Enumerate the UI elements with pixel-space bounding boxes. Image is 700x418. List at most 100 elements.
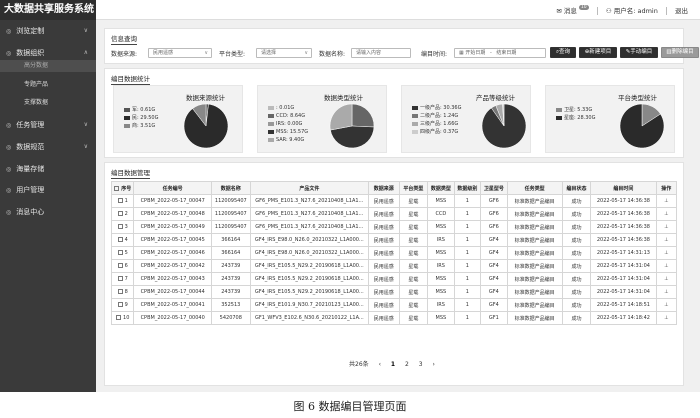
table-row[interactable]: 1 CPBM_2022-05-17_00047 1120095407 GF6_PMS_… bbox=[110, 194, 678, 208]
pagination-next-button[interactable]: › bbox=[433, 361, 435, 368]
row-checkbox[interactable] bbox=[117, 276, 123, 281]
date-range-picker[interactable]: ▦ 开始日期 - 结束日期 bbox=[454, 48, 546, 58]
table-row[interactable]: 6 CPBM_2022-05-17_00042 243739 GF4_IRS_E105… bbox=[110, 259, 678, 273]
column-header-label: 数据级别 bbox=[457, 185, 478, 192]
table-cell-text: IRS bbox=[436, 302, 445, 308]
column-header-label: 卫星型号 bbox=[483, 185, 504, 192]
table-row[interactable]: 8 CPBM_2022-05-17_00044 243739 GF4_IRS_E105… bbox=[110, 285, 678, 299]
sidebar-item-task-management[interactable]: ◎ 任务管理 ∨ bbox=[0, 118, 96, 132]
legend-entry: : 0.01G bbox=[268, 104, 308, 112]
table-row[interactable]: 4 CPBM_2022-05-17_00045 366164 GF4_IRS_E98.… bbox=[110, 233, 678, 247]
download-icon[interactable]: ⊥ bbox=[655, 272, 678, 286]
legend-label: : 0.01G bbox=[276, 105, 295, 111]
legend-label: 军: 0.61G bbox=[132, 107, 156, 113]
pie-slice bbox=[330, 125, 375, 149]
pagination-page-3[interactable]: 3 bbox=[419, 361, 423, 368]
app-logo-title: 大数据共享服务系统 bbox=[0, 0, 96, 20]
table-cell-text: GF4_IRS_E101.9_N30.7_20210123_L1A00... bbox=[254, 302, 364, 308]
download-icon[interactable]: ⊥ bbox=[655, 246, 678, 260]
table-cell-text: 10 bbox=[123, 315, 130, 321]
row-checkbox[interactable] bbox=[117, 211, 123, 216]
row-checkbox[interactable] bbox=[117, 289, 123, 294]
download-icon[interactable]: ⊥ bbox=[655, 311, 678, 325]
row-checkbox[interactable] bbox=[117, 198, 123, 203]
row-checkbox[interactable] bbox=[117, 302, 123, 307]
sidebar-subitem-support-data[interactable]: 支撑数据 bbox=[0, 97, 96, 109]
table-row[interactable]: 5 CPBM_2022-05-17_00046 366164 GF4_IRS_E98.… bbox=[110, 246, 678, 260]
messages-count-badge: 10 bbox=[578, 5, 589, 10]
sidebar-item-message-center[interactable]: ◎ 消息中心 bbox=[0, 205, 96, 219]
table-cell-text: 1 bbox=[465, 302, 469, 308]
table-row[interactable]: 3 CPBM_2022-05-17_00049 1120095407 GF6_PMS_… bbox=[110, 220, 678, 234]
messages-link[interactable]: 消息 bbox=[564, 7, 577, 15]
download-icon[interactable]: ⊥ bbox=[655, 207, 678, 221]
pagination-prev-button[interactable]: ‹ bbox=[379, 361, 381, 368]
table-cell: 8 bbox=[110, 285, 135, 299]
legend-label: 星座: 28.30G bbox=[564, 115, 596, 121]
table-cell: 1 bbox=[453, 272, 482, 286]
table-cell: IRS bbox=[427, 233, 455, 247]
download-icon[interactable]: ⊥ bbox=[655, 220, 678, 234]
table-cell: 星载 bbox=[398, 233, 429, 247]
sidebar-item-data-organization[interactable]: ◎ 数据组织 ∧ bbox=[0, 46, 96, 60]
manual-catalog-button[interactable]: ✎手动编目 bbox=[620, 47, 658, 58]
row-checkbox[interactable] bbox=[116, 315, 122, 320]
table-cell: IRS bbox=[427, 259, 455, 273]
table-cell-text: 民用遥感 bbox=[373, 224, 394, 231]
table-row[interactable]: 10 CPBM_2022-05-17_00040 5420708 GF1_WFV3_E… bbox=[110, 311, 678, 325]
sidebar-item-mass-storage[interactable]: ◎ 海量存储 bbox=[0, 162, 96, 176]
download-icon[interactable]: ⊥ bbox=[655, 285, 678, 299]
platform-select-placeholder: 请选择 bbox=[261, 50, 277, 56]
sidebar-subitem-thematic-products[interactable]: 专题产品 bbox=[0, 79, 96, 91]
table-row[interactable]: 2 CPBM_2022-05-17_00048 1120095407 GF6_PMS_… bbox=[110, 207, 678, 221]
legend-label: 四级产品: 0.37G bbox=[420, 129, 459, 135]
logout-link[interactable]: 退出 bbox=[675, 7, 688, 15]
table-cell-text: 民用遥感 bbox=[373, 276, 394, 283]
table-cell: 1 bbox=[453, 194, 482, 208]
download-icon[interactable]: ⊥ bbox=[655, 194, 678, 208]
new-project-button[interactable]: ⊕新建项目 bbox=[579, 47, 617, 58]
select-all-checkbox[interactable] bbox=[114, 185, 120, 191]
delete-catalog-button[interactable]: ▥删除编目 bbox=[661, 47, 699, 58]
download-icon-glyph: ⊥ bbox=[664, 250, 669, 256]
sidebar-item-user-management[interactable]: ◎ 用户管理 bbox=[0, 183, 96, 197]
table-cell-text: 星载 bbox=[408, 224, 419, 231]
pagination-page-1[interactable]: 1 bbox=[391, 361, 395, 368]
table-cell: 成功 bbox=[561, 220, 592, 234]
row-checkbox[interactable] bbox=[117, 237, 123, 242]
figure-caption: 图 6 数据编目管理页面 bbox=[293, 400, 407, 413]
sidebar-subitem-gaofen-data[interactable]: 高分数据 bbox=[0, 60, 96, 72]
platform-select[interactable]: 请选择 ∨ bbox=[256, 48, 312, 58]
sidebar-item-data-specification[interactable]: ◎ 数据规范 ∨ bbox=[0, 140, 96, 154]
table-row[interactable]: 9 CPBM_2022-05-17_00041 352513 GF4_IRS_E101… bbox=[110, 298, 678, 312]
legend-swatch bbox=[124, 123, 130, 128]
table-row[interactable]: 7 CPBM_2022-05-17_00043 243739 GF4_IRS_E105… bbox=[110, 272, 678, 286]
table-cell-text: 成功 bbox=[571, 198, 582, 205]
data-name-input[interactable]: 请输入内容 bbox=[351, 48, 411, 58]
table-cell-text: 5420708 bbox=[219, 315, 242, 321]
row-checkbox[interactable] bbox=[117, 250, 123, 255]
table-cell: 标准数据产品编目 bbox=[506, 272, 563, 286]
table-cell-text: 标准数据产品编目 bbox=[514, 276, 555, 283]
storage-icon: ◎ bbox=[6, 166, 12, 173]
sidebar-item-browse-custom[interactable]: ◎ 浏览定制 ∨ bbox=[0, 24, 96, 38]
search-button[interactable]: ⌕查询 bbox=[550, 47, 576, 58]
pagination-page-2[interactable]: 2 bbox=[405, 361, 409, 368]
download-icon[interactable]: ⊥ bbox=[655, 298, 678, 312]
download-icon[interactable]: ⊥ bbox=[655, 259, 678, 273]
row-checkbox[interactable] bbox=[117, 224, 123, 229]
table-cell: 1120095407 bbox=[210, 207, 251, 221]
table-cell: 标准数据产品编目 bbox=[506, 233, 563, 247]
table-cell: GF1_WFV3_E102.6_N30.6_20210122_L1A... bbox=[249, 311, 369, 325]
row-checkbox[interactable] bbox=[117, 263, 123, 268]
column-header: 数据级别 bbox=[453, 181, 482, 195]
sidebar-item-label: 数据规范 bbox=[16, 143, 45, 151]
table-cell: 成功 bbox=[561, 233, 592, 247]
divider bbox=[596, 7, 598, 15]
download-icon[interactable]: ⊥ bbox=[655, 233, 678, 247]
table-cell: 2022-05-17 14:36:38 bbox=[590, 207, 657, 221]
table-cell: 1 bbox=[453, 285, 482, 299]
delete-catalog-button-label: 删除编目 bbox=[671, 49, 694, 55]
table-cell: 366164 bbox=[210, 233, 251, 247]
source-select[interactable]: 民用遥感 ∨ bbox=[148, 48, 212, 58]
